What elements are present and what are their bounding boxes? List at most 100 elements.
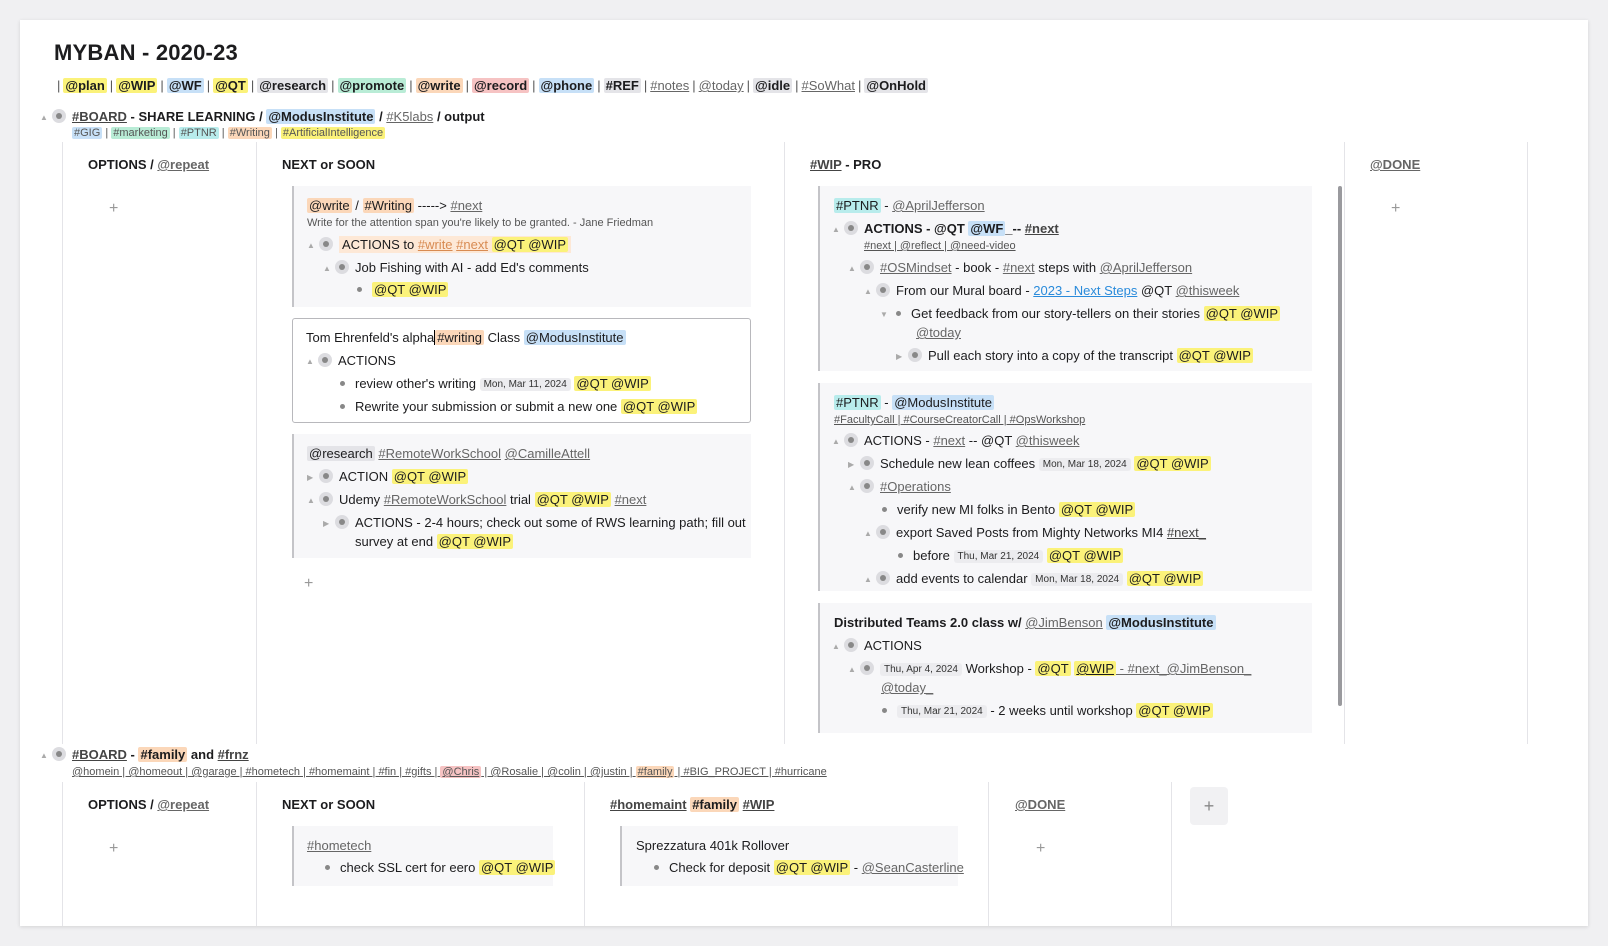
add-card-done-icon[interactable]: +: [1391, 200, 1400, 218]
list-item[interactable]: verify new MI folks in Bento @QT @WIP: [878, 502, 1136, 517]
tag-research[interactable]: @research: [257, 78, 329, 93]
column-title-done[interactable]: @DONE: [1370, 157, 1420, 172]
column-title-next[interactable]: NEXT or SOON: [282, 797, 375, 812]
add-column-button[interactable]: +: [1190, 787, 1228, 825]
bullet-icon[interactable]: [340, 381, 345, 386]
bullet-icon[interactable]: [654, 865, 659, 870]
list-item[interactable]: ▲ ACTIONS: [306, 353, 396, 368]
list-item[interactable]: ▶ ACTIONS - 2-4 hours; check out some of …: [323, 515, 746, 530]
collapse-triangle-icon[interactable]: ▲: [40, 113, 52, 122]
list-item[interactable]: ▲ ACTIONS - #next -- @QT @thisweek: [832, 433, 1079, 448]
list-item[interactable]: before Thu, Mar 21, 2024 @QT @WIP: [894, 548, 1124, 563]
bullet-icon[interactable]: [876, 283, 890, 297]
list-item[interactable]: review other's writing Mon, Mar 11, 2024…: [336, 376, 651, 391]
bullet-icon[interactable]: [325, 865, 330, 870]
list-item[interactable]: ▼ Get feedback from our story-tellers on …: [880, 306, 1281, 321]
list-item[interactable]: ▲ export Saved Posts from Mighty Networks…: [864, 525, 1206, 540]
tag-onhold[interactable]: @OnHold: [864, 78, 929, 93]
date-chip[interactable]: Mon, Mar 18, 2024: [1031, 573, 1124, 586]
list-item[interactable]: ▲ add events to calendar Mon, Mar 18, 202…: [864, 571, 1204, 586]
bullet-icon[interactable]: [882, 708, 887, 713]
bullet-icon[interactable]: [876, 571, 890, 585]
list-item[interactable]: ▲ ACTIONS: [832, 638, 922, 653]
date-chip[interactable]: Mon, Mar 11, 2024: [479, 378, 571, 391]
add-card-next-icon[interactable]: +: [304, 575, 313, 593]
column-title-next[interactable]: NEXT or SOON: [282, 157, 375, 172]
column-title-options[interactable]: OPTIONS / @repeat: [88, 797, 209, 812]
tag-record[interactable]: @record: [472, 78, 530, 93]
bullet-icon[interactable]: [340, 404, 345, 409]
add-card-options-icon[interactable]: +: [109, 200, 118, 218]
bullet-icon[interactable]: [335, 260, 349, 274]
column-title-options[interactable]: OPTIONS / @repeat: [88, 157, 209, 172]
bullet-icon[interactable]: [319, 492, 333, 506]
list-item[interactable]: Check for deposit @QT @WIP - @SeanCaster…: [650, 860, 964, 875]
card-writing-class[interactable]: Tom Ehrenfeld's alpha #writing Class @Mod…: [292, 318, 751, 423]
tag-writing[interactable]: #Writing: [227, 127, 272, 139]
bullet-icon[interactable]: [319, 469, 333, 483]
list-item[interactable]: ▲ #Operations: [848, 479, 951, 494]
bullet-icon[interactable]: [876, 525, 890, 539]
tag-wf[interactable]: @WF: [166, 78, 204, 93]
bullet-icon[interactable]: [908, 348, 922, 362]
bullet-icon[interactable]: [844, 433, 858, 447]
collapse-triangle-icon[interactable]: ▲: [40, 751, 52, 760]
frnz-tag[interactable]: #frnz: [218, 747, 249, 762]
tag-notes[interactable]: #notes: [650, 78, 689, 93]
family-tag[interactable]: #family: [138, 747, 188, 762]
tag-sowhat[interactable]: #SoWhat: [802, 78, 855, 93]
modusinstitute-tag[interactable]: @ModusInstitute: [266, 109, 376, 124]
tag-promote[interactable]: @promote: [337, 78, 407, 93]
date-chip[interactable]: Thu, Mar 21, 2024: [897, 705, 987, 718]
list-item[interactable]: ▶ Pull each story into a copy of the tran…: [896, 348, 1253, 363]
list-item[interactable]: Thu, Mar 21, 2024 - 2 weeks until worksh…: [878, 703, 1213, 718]
card-write[interactable]: @write / #Writing -----> #next Write for…: [292, 186, 751, 307]
tag-wip[interactable]: @WIP: [116, 78, 158, 93]
tag-ref[interactable]: #REF: [603, 78, 641, 93]
board-share-learning-header[interactable]: ▲ #BOARD - SHARE LEARNING / @ModusInstitu…: [40, 109, 485, 124]
bullet-icon[interactable]: [860, 260, 874, 274]
tag-today[interactable]: @today: [699, 78, 744, 93]
tag-qt[interactable]: @QT: [213, 78, 248, 93]
list-item[interactable]: ▲ From our Mural board - 2023 - Next Step…: [864, 283, 1239, 298]
list-item[interactable]: ▲ Job Fishing with AI - add Ed's comments: [323, 260, 589, 275]
bullet-icon[interactable]: [844, 221, 858, 235]
tag-ptnr[interactable]: #PTNR: [178, 127, 219, 139]
bullet-icon[interactable]: [335, 515, 349, 529]
k5labs-tag[interactable]: #K5labs: [386, 109, 433, 124]
date-chip[interactable]: Mon, Mar 18, 2024: [1038, 458, 1131, 471]
bullet-icon[interactable]: [898, 553, 903, 558]
tag-plan[interactable]: @plan: [63, 78, 107, 93]
card-hometech[interactable]: #hometech check SSL cert for eero @QT @W…: [292, 826, 556, 886]
list-item[interactable]: @QT @WIP: [353, 282, 449, 297]
list-note[interactable]: #FacultyCall | #CourseCreatorCall | #Ops…: [834, 414, 1085, 426]
mural-link[interactable]: 2023 - Next Steps: [1033, 283, 1137, 298]
list-note[interactable]: #next | @reflect | @need-video: [864, 240, 1016, 252]
tag-phone[interactable]: @phone: [538, 78, 595, 93]
bullet-icon[interactable]: [860, 479, 874, 493]
card-ptnr-april[interactable]: #PTNR - @AprilJefferson ▲ ACTIONS - @QT @…: [818, 186, 1312, 371]
card-401k-rollover[interactable]: Sprezzatura 401k Rollover Check for depo…: [620, 826, 964, 886]
list-item[interactable]: Rewrite your submission or submit a new …: [336, 399, 698, 414]
bullet-icon[interactable]: [860, 456, 874, 470]
bullet-icon[interactable]: [52, 109, 66, 123]
list-item[interactable]: ▲ #OSMindset - book - #next steps with @A…: [848, 260, 1192, 275]
list-item[interactable]: ▲ Thu, Apr 4, 2024 Workshop - @QT @WIP - …: [848, 661, 1251, 676]
bullet-icon[interactable]: [318, 353, 332, 367]
list-item[interactable]: check SSL cert for eero @QT @WIP: [321, 860, 556, 875]
tag-marketing[interactable]: #marketing: [111, 127, 170, 139]
add-card-options-icon[interactable]: +: [109, 840, 118, 858]
bullet-icon[interactable]: [319, 237, 333, 251]
bullet-icon[interactable]: [882, 507, 887, 512]
bullet-icon[interactable]: [896, 311, 901, 316]
column-title-homemaint[interactable]: #homemaint #family #WIP: [610, 797, 774, 812]
tag-gig[interactable]: #GIG: [72, 127, 103, 139]
bullet-icon[interactable]: [52, 747, 66, 761]
column-title-done[interactable]: @DONE: [1015, 797, 1065, 812]
card-distributed-teams[interactable]: Distributed Teams 2.0 class w/ @JimBenso…: [818, 603, 1312, 733]
list-item[interactable]: ▶ Schedule new lean coffees Mon, Mar 18, …: [848, 456, 1211, 471]
bullet-icon[interactable]: [357, 287, 362, 292]
card-ptnr-modus[interactable]: #PTNR - @ModusInstitute #FacultyCall | #…: [818, 383, 1312, 591]
board-tag-link[interactable]: #BOARD: [72, 747, 127, 762]
list-item[interactable]: ▲ Udemy #RemoteWorkSchool trial @QT @WIP …: [307, 492, 646, 507]
